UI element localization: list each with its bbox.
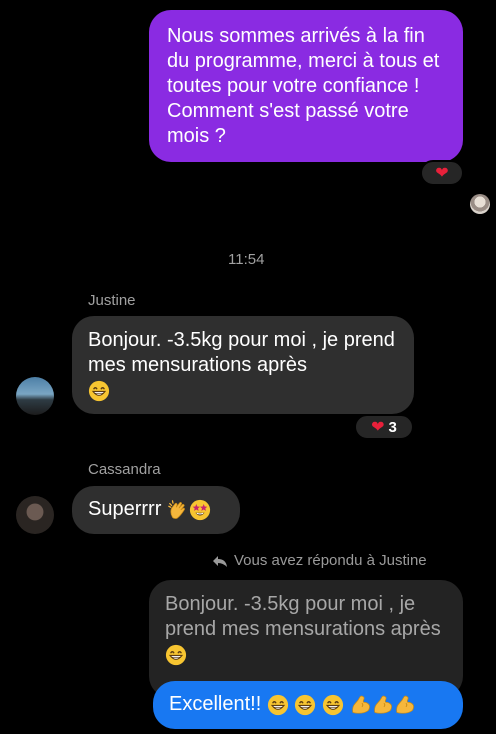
justine-message-reaction[interactable]: ❤ 3 <box>354 414 414 440</box>
cassandra-message-bubble[interactable]: Superrrr <box>72 486 240 534</box>
heart-icon: ❤ <box>371 419 385 436</box>
quoted-message-text: Bonjour. -3.5kg pour moi , je prend mes … <box>165 593 441 640</box>
avatar-cassandra[interactable] <box>16 496 54 534</box>
flex-emoji-icon <box>394 694 416 716</box>
sent-message-reaction[interactable]: ❤ <box>420 160 464 186</box>
timestamp: 11:54 <box>228 251 265 268</box>
flex-emoji-icon <box>350 694 372 716</box>
grin-emoji-icon <box>165 644 187 666</box>
grin-emoji-icon <box>88 380 110 402</box>
sent-message-bubble[interactable]: Nous sommes arrivés à la fin du programm… <box>149 10 463 162</box>
avatar-justine[interactable] <box>16 377 54 415</box>
seen-avatar <box>470 194 490 214</box>
flex-emoji-icon <box>372 694 394 716</box>
heart-icon: ❤ <box>435 165 449 182</box>
justine-message-bubble[interactable]: Bonjour. -3.5kg pour moi , je prend mes … <box>72 316 414 414</box>
sender-name-justine: Justine <box>88 292 136 309</box>
reply-message-bubble[interactable]: Excellent!! <box>153 681 463 729</box>
sender-name-cassandra: Cassandra <box>88 461 161 478</box>
cassandra-message-text: Superrrr <box>88 498 162 520</box>
reply-header-text: Vous avez répondu à Justine <box>234 552 427 569</box>
grin-emoji-icon <box>294 694 316 716</box>
grin-emoji-icon <box>322 694 344 716</box>
reply-message-text: Excellent!! <box>169 693 262 715</box>
sent-message-text: Nous sommes arrivés à la fin du programm… <box>167 25 440 147</box>
grin-emoji-icon <box>267 694 289 716</box>
reply-arrow-icon <box>213 555 227 567</box>
reply-header: Vous avez répondu à Justine <box>212 552 427 569</box>
justine-message-text: Bonjour. -3.5kg pour moi , je prend mes … <box>88 329 395 376</box>
reaction-count: 3 <box>388 418 397 436</box>
star-eyes-emoji-icon <box>189 499 211 521</box>
clap-emoji-icon <box>167 499 189 521</box>
